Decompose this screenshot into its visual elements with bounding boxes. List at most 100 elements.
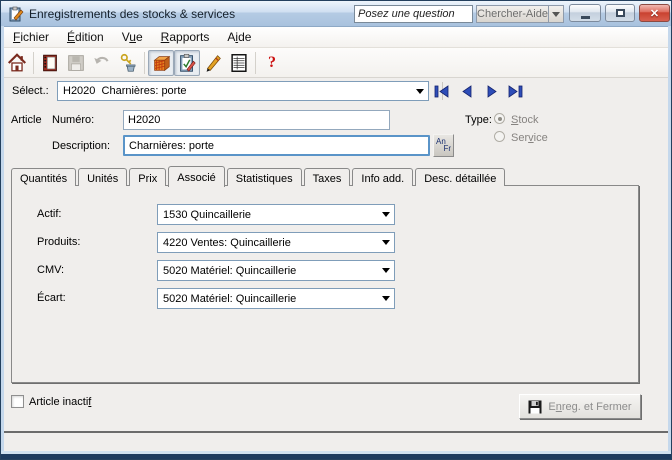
undo-icon bbox=[91, 52, 113, 74]
search-help-dropdown-icon[interactable] bbox=[548, 5, 564, 23]
journal-icon bbox=[39, 52, 61, 74]
record-select-combobox[interactable]: H2020 Charnières: porte bbox=[57, 81, 429, 101]
undo-button-disabled[interactable] bbox=[89, 50, 115, 76]
quill-pen-icon bbox=[202, 52, 224, 74]
menu-rapports[interactable]: Rapports bbox=[152, 28, 219, 46]
chevron-down-icon[interactable] bbox=[412, 82, 428, 100]
previous-record-button[interactable] bbox=[456, 83, 476, 99]
remove-record-button[interactable] bbox=[115, 50, 141, 76]
radio-stock-label: Stock bbox=[511, 114, 539, 126]
actif-label: Actif: bbox=[37, 208, 61, 220]
maximize-button[interactable] bbox=[605, 4, 635, 22]
search-help-button[interactable]: Chercher-Aide bbox=[476, 5, 548, 23]
produits-account-combobox[interactable]: 4220 Ventes: Quincaillerie bbox=[157, 232, 395, 253]
window-title: Enregistrements des stocks & services bbox=[29, 7, 235, 21]
home-button[interactable] bbox=[4, 50, 30, 76]
last-record-icon bbox=[507, 85, 523, 98]
home-icon bbox=[6, 52, 28, 74]
tab-quantites[interactable]: Quantités bbox=[11, 168, 76, 186]
journal-button[interactable] bbox=[37, 50, 63, 76]
toolbar-separator bbox=[255, 52, 256, 74]
toolbar-separator bbox=[144, 52, 145, 74]
tab-unites[interactable]: Unités bbox=[78, 168, 127, 186]
ask-question-input[interactable] bbox=[354, 5, 473, 23]
cmv-label: CMV: bbox=[37, 264, 64, 276]
record-select-value: H2020 Charnières: porte bbox=[58, 85, 412, 97]
numero-label: Numéro: bbox=[52, 114, 94, 126]
article-inactive-checkbox[interactable] bbox=[11, 395, 24, 408]
menu-vue[interactable]: Vue bbox=[113, 28, 152, 46]
inventory-toggle-button[interactable] bbox=[148, 50, 174, 76]
next-record-button[interactable] bbox=[482, 83, 502, 99]
tab-associe[interactable]: Associé bbox=[168, 166, 225, 187]
menu-bar: Fichier Édition Vue Rapports Aide bbox=[4, 27, 668, 48]
tab-taxes[interactable]: Taxes bbox=[304, 168, 351, 186]
clipboard-check-icon bbox=[176, 52, 198, 74]
window-frame-left bbox=[1, 26, 4, 459]
ecart-account-value: 5020 Matériel: Quincaillerie bbox=[158, 293, 378, 305]
numero-input[interactable] bbox=[123, 110, 390, 130]
record-selector-row: Sélect.: H2020 Charnières: porte bbox=[4, 78, 668, 104]
ecart-label: Écart: bbox=[37, 292, 66, 304]
actif-account-combobox[interactable]: 1530 Quincaillerie bbox=[157, 204, 395, 225]
produits-label: Produits: bbox=[37, 236, 80, 248]
type-label: Type: bbox=[465, 114, 492, 126]
tab-desc-detaillee[interactable]: Desc. détaillée bbox=[415, 168, 505, 186]
associe-tab-panel: Actif: 1530 Quincaillerie Produits: 4220… bbox=[11, 185, 639, 383]
first-record-button[interactable] bbox=[432, 83, 452, 99]
previous-record-icon bbox=[460, 85, 473, 98]
next-record-icon bbox=[486, 85, 499, 98]
help-icon: ? bbox=[268, 54, 276, 72]
save-icon bbox=[528, 400, 542, 414]
ledger-icon bbox=[228, 52, 250, 74]
close-button[interactable]: ✕ bbox=[639, 4, 670, 22]
description-label: Description: bbox=[52, 140, 110, 152]
inventory-cube-icon bbox=[150, 52, 172, 74]
minimize-icon bbox=[581, 16, 590, 19]
description-input[interactable] bbox=[123, 135, 430, 156]
language-fr-label: Fr bbox=[443, 145, 451, 153]
radio-stock[interactable] bbox=[494, 113, 505, 124]
toolbar: ? bbox=[4, 48, 668, 78]
help-button[interactable]: ? bbox=[259, 50, 285, 76]
menu-fichier[interactable]: Fichier bbox=[4, 28, 58, 46]
activities-toggle-button[interactable] bbox=[174, 50, 200, 76]
window-frame-right bbox=[668, 26, 671, 459]
window-frame-bottom bbox=[1, 451, 671, 459]
save-and-close-label: Enreg. et Fermer bbox=[548, 401, 631, 413]
menu-aide[interactable]: Aide bbox=[218, 28, 260, 46]
save-icon bbox=[65, 52, 87, 74]
radio-stock-dot bbox=[498, 117, 502, 121]
chevron-down-icon[interactable] bbox=[378, 205, 394, 224]
produits-account-value: 4220 Ventes: Quincaillerie bbox=[158, 237, 378, 249]
chevron-down-icon[interactable] bbox=[378, 233, 394, 252]
language-toggle-button[interactable]: An Fr bbox=[433, 134, 454, 157]
tab-prix[interactable]: Prix bbox=[129, 168, 166, 186]
cmv-account-combobox[interactable]: 5020 Matériel: Quincaillerie bbox=[157, 260, 395, 281]
pen-button[interactable] bbox=[200, 50, 226, 76]
save-and-close-button[interactable]: Enreg. et Fermer bbox=[519, 394, 641, 419]
cmv-account-value: 5020 Matériel: Quincaillerie bbox=[158, 265, 378, 277]
first-record-icon bbox=[434, 85, 450, 98]
article-section-label: Article bbox=[11, 114, 42, 126]
actif-account-value: 1530 Quincaillerie bbox=[158, 209, 378, 221]
radio-service-label: Service bbox=[511, 132, 548, 144]
app-clipboard-icon bbox=[8, 6, 24, 22]
toolbar-separator bbox=[33, 52, 34, 74]
ledger-button[interactable] bbox=[226, 50, 252, 76]
title-bar: Enregistrements des stocks & services Ch… bbox=[1, 1, 672, 27]
menu-edition[interactable]: Édition bbox=[58, 28, 113, 46]
article-inactive-label: Article inactif bbox=[29, 396, 91, 408]
maximize-icon bbox=[616, 9, 625, 17]
ecart-account-combobox[interactable]: 5020 Matériel: Quincaillerie bbox=[157, 288, 395, 309]
select-label: Sélect.: bbox=[12, 85, 49, 97]
tab-statistiques[interactable]: Statistiques bbox=[227, 168, 302, 186]
minimize-button[interactable] bbox=[569, 4, 601, 22]
close-icon: ✕ bbox=[650, 7, 659, 20]
save-button-disabled[interactable] bbox=[63, 50, 89, 76]
radio-service[interactable] bbox=[494, 131, 505, 142]
tab-info-add[interactable]: Info add. bbox=[352, 168, 413, 186]
last-record-button[interactable] bbox=[505, 83, 525, 99]
chevron-down-icon[interactable] bbox=[378, 289, 394, 308]
chevron-down-icon[interactable] bbox=[378, 261, 394, 280]
